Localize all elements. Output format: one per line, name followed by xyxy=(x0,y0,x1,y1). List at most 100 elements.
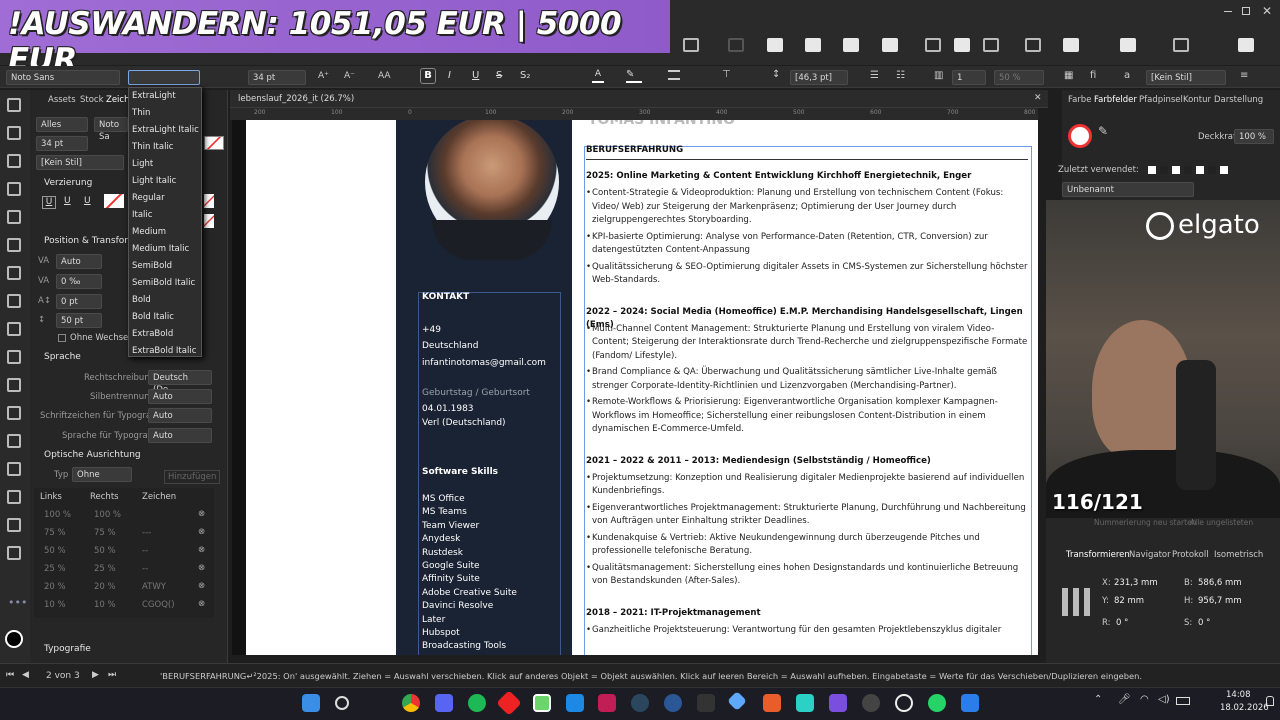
minimize-icon[interactable] xyxy=(1224,11,1232,12)
optical-cell[interactable]: CGOQ() xyxy=(142,600,175,610)
tab-isometrisch[interactable]: Isometrisch xyxy=(1214,550,1263,560)
tab-stock[interactable]: Stock xyxy=(80,95,104,105)
font-style-option[interactable]: ExtraLight xyxy=(132,91,176,101)
panel-font-field[interactable]: Noto Sa xyxy=(94,117,128,142)
optical-cell[interactable]: -- xyxy=(142,546,148,556)
fill-stroke-icon[interactable] xyxy=(1068,124,1092,148)
shape-tool-icon[interactable] xyxy=(7,378,21,392)
fill-tool-icon[interactable] xyxy=(7,210,21,224)
leading-icon[interactable]: ↕ xyxy=(772,69,780,80)
app-monitor-icon[interactable] xyxy=(961,694,979,712)
transform-icon[interactable] xyxy=(954,38,970,52)
zoom-tool-icon[interactable] xyxy=(7,518,21,532)
clock-date[interactable]: 18.02.2026 xyxy=(1220,703,1269,713)
snap-icon[interactable] xyxy=(925,38,941,52)
arrange-back-icon[interactable] xyxy=(843,38,859,52)
table-tool-icon[interactable] xyxy=(7,182,21,196)
remove-row-icon[interactable]: ⊗ xyxy=(198,599,205,609)
align-left-icon[interactable] xyxy=(668,70,680,80)
font-style-option[interactable]: Italic xyxy=(132,210,152,220)
wifi-icon[interactable]: ◠ xyxy=(1140,694,1149,705)
app-teal-icon[interactable] xyxy=(796,694,814,712)
tab-navigator[interactable]: Navigator xyxy=(1129,550,1171,560)
tab-protokoll[interactable]: Protokoll xyxy=(1172,550,1209,560)
discord-icon[interactable] xyxy=(435,694,453,712)
leading-field[interactable]: [46,3 pt] xyxy=(790,70,848,85)
text-tool-icon[interactable] xyxy=(7,406,21,420)
rectangle-tool-icon[interactable] xyxy=(7,350,21,364)
recent-swatch-1[interactable] xyxy=(1148,166,1156,174)
ligature-icon[interactable]: fi xyxy=(1090,70,1096,81)
affinity-publisher-icon[interactable] xyxy=(598,694,616,712)
last-page-icon[interactable]: ⏭ xyxy=(108,670,116,680)
optical-cell[interactable]: 20 % xyxy=(94,582,116,592)
color-well-icon[interactable] xyxy=(5,630,23,648)
image-tool-icon[interactable] xyxy=(7,434,21,448)
pen-tool-icon[interactable] xyxy=(7,238,21,252)
font-style-option[interactable]: Medium xyxy=(132,227,166,237)
optical-cell[interactable]: 75 % xyxy=(94,528,116,538)
shrink-font-button[interactable]: A⁻ xyxy=(344,71,355,81)
columns-field[interactable]: 1 xyxy=(952,70,986,85)
tab-farbe[interactable]: Farbe xyxy=(1068,95,1091,105)
app-dark-icon[interactable] xyxy=(697,694,715,712)
y-value[interactable]: 82 mm xyxy=(1114,596,1144,606)
davinci-icon[interactable] xyxy=(862,694,880,712)
boolean-divide-icon[interactable] xyxy=(1238,38,1254,52)
optical-cell[interactable]: 10 % xyxy=(94,600,116,610)
font-style-option[interactable]: Light Italic xyxy=(132,176,176,186)
crop-tool-icon[interactable] xyxy=(7,462,21,476)
anchor-grid-icon[interactable] xyxy=(1062,588,1090,616)
swatch-2[interactable] xyxy=(204,194,214,208)
boolean-add-icon[interactable] xyxy=(1025,38,1041,52)
search-icon[interactable] xyxy=(335,696,349,710)
optical-cell[interactable]: 20 % xyxy=(44,582,66,592)
pencil-tool-icon[interactable] xyxy=(7,266,21,280)
prev-page-icon[interactable]: ◀ xyxy=(22,670,29,680)
section-position-transform[interactable]: Position & Transform xyxy=(44,236,137,246)
swatch-3[interactable] xyxy=(204,214,214,228)
select-tool-icon[interactable] xyxy=(7,126,21,140)
notification-icon[interactable] xyxy=(1266,696,1274,706)
brush-tool-icon[interactable] xyxy=(7,294,21,308)
underline-custom-icon[interactable]: U xyxy=(84,196,91,206)
app-orange-icon[interactable] xyxy=(763,694,781,712)
strikethrough-button[interactable]: S xyxy=(496,70,502,81)
tab-kontur[interactable]: Kontur xyxy=(1183,95,1211,105)
glyph-browser-icon[interactable]: ▦ xyxy=(1064,70,1073,81)
optical-cell[interactable]: 50 % xyxy=(44,546,66,556)
tab-darstellung[interactable]: Darstellung xyxy=(1214,95,1263,105)
hand-tool-icon[interactable] xyxy=(7,490,21,504)
node-tool-icon[interactable] xyxy=(7,154,21,168)
section-optical[interactable]: Optische Ausrichtung xyxy=(44,450,141,460)
optical-cell[interactable]: 10 % xyxy=(44,600,66,610)
recent-swatch-5[interactable] xyxy=(1196,166,1204,174)
optical-cell[interactable]: ATWY xyxy=(142,582,166,592)
optical-cell[interactable]: 100 % xyxy=(94,510,121,520)
font-style-option[interactable]: Light xyxy=(132,159,153,169)
kerning-field[interactable]: Auto xyxy=(56,254,102,269)
b-value[interactable]: 586,6 mm xyxy=(1198,578,1242,588)
eraser-tool-icon[interactable] xyxy=(7,322,21,336)
more-icon[interactable]: ≡ xyxy=(1240,70,1248,81)
recent-swatch-7[interactable] xyxy=(1220,166,1228,174)
typo-chars-select[interactable]: Auto xyxy=(148,408,212,423)
document-tab[interactable]: lebenslauf_2026_it (26.7%) xyxy=(238,94,354,104)
typo-lang-select[interactable]: Auto xyxy=(148,428,212,443)
maximize-icon[interactable] xyxy=(1242,7,1250,15)
r-value[interactable]: 0 ° xyxy=(1116,618,1128,628)
font-style-option[interactable]: Bold Italic xyxy=(132,312,174,322)
remove-row-icon[interactable]: ⊗ xyxy=(198,581,205,591)
remove-row-icon[interactable]: ⊗ xyxy=(198,509,205,519)
remove-row-icon[interactable]: ⊗ xyxy=(198,545,205,555)
volume-icon[interactable]: ◁) xyxy=(1158,694,1170,705)
close-icon[interactable]: ✕ xyxy=(1262,4,1272,18)
x-value[interactable]: 231,3 mm xyxy=(1114,578,1158,588)
boolean-xor-icon[interactable] xyxy=(1173,38,1189,52)
vscode-icon[interactable] xyxy=(566,694,584,712)
scope-select[interactable]: Alles xyxy=(36,117,88,132)
clock-time[interactable]: 14:08 xyxy=(1226,690,1251,700)
arrange-bottom-icon[interactable] xyxy=(882,38,898,52)
recent-swatch-6[interactable] xyxy=(1208,166,1216,174)
font-style-option[interactable]: Medium Italic xyxy=(132,244,189,254)
